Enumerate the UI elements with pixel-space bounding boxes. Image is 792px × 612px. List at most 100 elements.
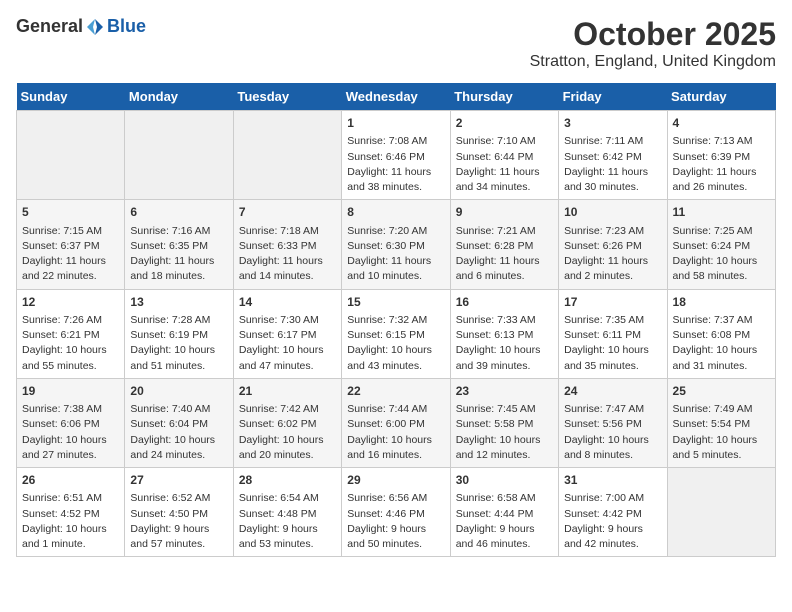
calendar-cell: 1Sunrise: 7:08 AM Sunset: 6:46 PM Daylig…	[342, 111, 450, 200]
header-monday: Monday	[125, 83, 233, 111]
day-number: 15	[347, 294, 444, 311]
day-number: 23	[456, 383, 553, 400]
header-sunday: Sunday	[17, 83, 125, 111]
day-info: Sunrise: 7:33 AM Sunset: 6:13 PM Dayligh…	[456, 313, 553, 374]
title-block: October 2025 Stratton, England, United K…	[530, 16, 776, 71]
header-wednesday: Wednesday	[342, 83, 450, 111]
day-number: 4	[673, 115, 770, 132]
day-number: 28	[239, 472, 336, 489]
page-title: October 2025	[530, 16, 776, 53]
day-info: Sunrise: 7:26 AM Sunset: 6:21 PM Dayligh…	[22, 313, 119, 374]
calendar-cell: 24 Sunrise: 7:47 AM Sunset: 5:56 PM Dayli…	[559, 378, 667, 467]
day-info: Sunrise: 7:10 AM Sunset: 6:44 PM Dayligh…	[456, 134, 553, 195]
day-number: 3	[564, 115, 661, 132]
calendar-cell: 25Sunrise: 7:49 AM Sunset: 5:54 PM Dayli…	[667, 378, 775, 467]
day-number: 9	[456, 204, 553, 221]
calendar-cell: 23 Sunrise: 7:45 AM Sunset: 5:58 PM Dayli…	[450, 378, 558, 467]
day-number: 11	[673, 204, 770, 221]
page-subtitle: Stratton, England, United Kingdom	[530, 53, 776, 71]
calendar-cell	[667, 468, 775, 557]
calendar-table: SundayMondayTuesdayWednesdayThursdayFrid…	[16, 83, 776, 557]
day-info: Sunrise: 7:37 AM Sunset: 6:08 PM Dayligh…	[673, 313, 770, 374]
page-header: General Blue October 2025 Stratton, Engl…	[16, 16, 776, 71]
day-number: 10	[564, 204, 661, 221]
header-thursday: Thursday	[450, 83, 558, 111]
day-number: 21	[239, 383, 336, 400]
day-info: Sunrise: 7:28 AM Sunset: 6:19 PM Dayligh…	[130, 313, 227, 374]
day-info: Sunrise: 7:00 AM Sunset: 4:42 PM Dayligh…	[564, 491, 661, 552]
calendar-cell: 19 Sunrise: 7:38 AM Sunset: 6:06 PM Dayli…	[17, 378, 125, 467]
calendar-cell: 30Sunrise: 6:58 AM Sunset: 4:44 PM Dayli…	[450, 468, 558, 557]
day-info: Sunrise: 7:25 AM Sunset: 6:24 PM Dayligh…	[673, 224, 770, 285]
day-number: 16	[456, 294, 553, 311]
day-info: Sunrise: 7:32 AM Sunset: 6:15 PM Dayligh…	[347, 313, 444, 374]
day-number: 24	[564, 383, 661, 400]
calendar-cell: 26Sunrise: 6:51 AM Sunset: 4:52 PM Dayli…	[17, 468, 125, 557]
day-number: 1	[347, 115, 444, 132]
day-info: Sunrise: 7:44 AM Sunset: 6:00 PM Dayligh…	[347, 402, 444, 463]
calendar-cell: 10 Sunrise: 7:23 AM Sunset: 6:26 PM Dayli…	[559, 200, 667, 289]
calendar-cell: 20 Sunrise: 7:40 AM Sunset: 6:04 PM Dayli…	[125, 378, 233, 467]
calendar-cell: 14 Sunrise: 7:30 AM Sunset: 6:17 PM Dayli…	[233, 289, 341, 378]
day-info: Sunrise: 7:15 AM Sunset: 6:37 PM Dayligh…	[22, 224, 119, 285]
calendar-cell: 17 Sunrise: 7:35 AM Sunset: 6:11 PM Dayli…	[559, 289, 667, 378]
day-info: Sunrise: 7:11 AM Sunset: 6:42 PM Dayligh…	[564, 134, 661, 195]
logo-icon	[85, 17, 105, 37]
calendar-cell: 16 Sunrise: 7:33 AM Sunset: 6:13 PM Dayli…	[450, 289, 558, 378]
day-number: 12	[22, 294, 119, 311]
day-info: Sunrise: 7:16 AM Sunset: 6:35 PM Dayligh…	[130, 224, 227, 285]
day-info: Sunrise: 7:49 AM Sunset: 5:54 PM Dayligh…	[673, 402, 770, 463]
calendar-cell: 9Sunrise: 7:21 AM Sunset: 6:28 PM Daylig…	[450, 200, 558, 289]
calendar-cell: 11 Sunrise: 7:25 AM Sunset: 6:24 PM Dayli…	[667, 200, 775, 289]
logo: General Blue	[16, 16, 146, 37]
day-number: 27	[130, 472, 227, 489]
day-info: Sunrise: 7:23 AM Sunset: 6:26 PM Dayligh…	[564, 224, 661, 285]
day-info: Sunrise: 7:40 AM Sunset: 6:04 PM Dayligh…	[130, 402, 227, 463]
calendar-cell: 31 Sunrise: 7:00 AM Sunset: 4:42 PM Dayli…	[559, 468, 667, 557]
day-number: 19	[22, 383, 119, 400]
day-number: 26	[22, 472, 119, 489]
day-info: Sunrise: 7:45 AM Sunset: 5:58 PM Dayligh…	[456, 402, 553, 463]
day-info: Sunrise: 6:56 AM Sunset: 4:46 PM Dayligh…	[347, 491, 444, 552]
day-number: 30	[456, 472, 553, 489]
calendar-cell: 28 Sunrise: 6:54 AM Sunset: 4:48 PM Dayli…	[233, 468, 341, 557]
calendar-cell: 7 Sunrise: 7:18 AM Sunset: 6:33 PM Daylig…	[233, 200, 341, 289]
day-number: 14	[239, 294, 336, 311]
calendar-cell: 15 Sunrise: 7:32 AM Sunset: 6:15 PM Dayli…	[342, 289, 450, 378]
day-number: 5	[22, 204, 119, 221]
calendar-week-row: 12 Sunrise: 7:26 AM Sunset: 6:21 PM Dayli…	[17, 289, 776, 378]
header-tuesday: Tuesday	[233, 83, 341, 111]
day-number: 13	[130, 294, 227, 311]
calendar-cell: 27 Sunrise: 6:52 AM Sunset: 4:50 PM Dayli…	[125, 468, 233, 557]
calendar-cell: 13 Sunrise: 7:28 AM Sunset: 6:19 PM Dayli…	[125, 289, 233, 378]
calendar-week-row: 5 Sunrise: 7:15 AM Sunset: 6:37 PM Daylig…	[17, 200, 776, 289]
calendar-cell: 29Sunrise: 6:56 AM Sunset: 4:46 PM Dayli…	[342, 468, 450, 557]
day-info: Sunrise: 7:38 AM Sunset: 6:06 PM Dayligh…	[22, 402, 119, 463]
day-number: 7	[239, 204, 336, 221]
day-number: 17	[564, 294, 661, 311]
header-friday: Friday	[559, 83, 667, 111]
calendar-cell	[125, 111, 233, 200]
calendar-header-row: SundayMondayTuesdayWednesdayThursdayFrid…	[17, 83, 776, 111]
calendar-week-row: 1Sunrise: 7:08 AM Sunset: 6:46 PM Daylig…	[17, 111, 776, 200]
day-number: 31	[564, 472, 661, 489]
day-info: Sunrise: 7:18 AM Sunset: 6:33 PM Dayligh…	[239, 224, 336, 285]
day-info: Sunrise: 6:52 AM Sunset: 4:50 PM Dayligh…	[130, 491, 227, 552]
calendar-week-row: 19 Sunrise: 7:38 AM Sunset: 6:06 PM Dayli…	[17, 378, 776, 467]
day-info: Sunrise: 6:54 AM Sunset: 4:48 PM Dayligh…	[239, 491, 336, 552]
day-info: Sunrise: 7:20 AM Sunset: 6:30 PM Dayligh…	[347, 224, 444, 285]
logo-blue: Blue	[107, 16, 146, 37]
calendar-cell: 3 Sunrise: 7:11 AM Sunset: 6:42 PM Daylig…	[559, 111, 667, 200]
calendar-cell: 6Sunrise: 7:16 AM Sunset: 6:35 PM Daylig…	[125, 200, 233, 289]
calendar-cell	[233, 111, 341, 200]
day-number: 18	[673, 294, 770, 311]
day-info: Sunrise: 7:47 AM Sunset: 5:56 PM Dayligh…	[564, 402, 661, 463]
day-info: Sunrise: 7:42 AM Sunset: 6:02 PM Dayligh…	[239, 402, 336, 463]
day-number: 20	[130, 383, 227, 400]
calendar-cell	[17, 111, 125, 200]
day-number: 22	[347, 383, 444, 400]
calendar-cell: 4 Sunrise: 7:13 AM Sunset: 6:39 PM Daylig…	[667, 111, 775, 200]
day-info: Sunrise: 7:13 AM Sunset: 6:39 PM Dayligh…	[673, 134, 770, 195]
day-info: Sunrise: 7:30 AM Sunset: 6:17 PM Dayligh…	[239, 313, 336, 374]
day-info: Sunrise: 7:35 AM Sunset: 6:11 PM Dayligh…	[564, 313, 661, 374]
